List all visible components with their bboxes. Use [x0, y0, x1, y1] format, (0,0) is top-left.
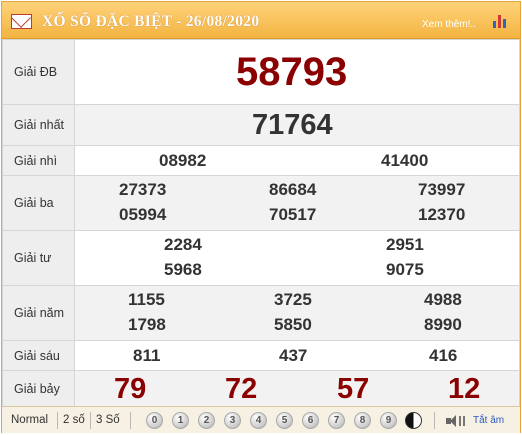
- digit-1-button[interactable]: 1: [172, 412, 189, 429]
- prize-label: Giải năm: [2, 285, 75, 341]
- mode-3-digit-button[interactable]: 3 Số: [96, 414, 120, 426]
- prize-number: 12: [448, 373, 481, 405]
- table-row-fifth: Giải năm 1155 3725 4988 1798 5850 8990: [2, 285, 520, 341]
- envelope-icon: [11, 14, 32, 29]
- prize-number: 1798: [128, 315, 166, 334]
- prize-numbers: 58793: [74, 39, 520, 105]
- prize-number: 5850: [274, 315, 312, 334]
- prize-number: 72: [225, 373, 258, 405]
- table-row-fourth: Giải tư 2284 2951 5968 9075: [2, 230, 520, 286]
- prize-number: 27373: [119, 180, 167, 199]
- yin-yang-icon[interactable]: [405, 412, 422, 429]
- prize-number: 3725: [274, 290, 312, 309]
- prize-number: 05994: [119, 205, 167, 224]
- divider: [57, 412, 58, 429]
- digit-6-button[interactable]: 6: [302, 412, 319, 429]
- prize-label: Giải bảy: [2, 370, 75, 407]
- prize-label: Giải ĐB: [2, 39, 75, 105]
- prize-number: 70517: [269, 205, 317, 224]
- prize-label: Giải nhất: [2, 104, 75, 146]
- prize-number: 12370: [418, 205, 466, 224]
- prize-number: 73997: [418, 180, 466, 199]
- prize-number: 57: [337, 373, 370, 405]
- digit-7-button[interactable]: 7: [328, 412, 345, 429]
- mode-normal-button[interactable]: Normal: [11, 414, 48, 426]
- prize-label: Giải nhì: [2, 145, 75, 176]
- table-row-seventh: Giải bảy 79 72 57 12: [2, 370, 520, 407]
- special-prize-number: 58793: [236, 50, 348, 94]
- page-title: XỔ SỐ ĐẶC BIỆT -26/08/2020: [42, 13, 259, 31]
- prize-numbers: 27373 86684 73997 05994 70517 12370: [74, 175, 520, 231]
- title-text: XỔ SỐ ĐẶC BIỆT -: [42, 13, 182, 30]
- header-bar: XỔ SỐ ĐẶC BIỆT -26/08/2020 Xem thêm!..: [2, 2, 520, 39]
- table-row-first: Giải nhất 71764: [2, 104, 520, 146]
- prize-number: 4988: [424, 290, 462, 309]
- table-row-second: Giải nhì 08982 41400: [2, 145, 520, 176]
- digit-4-button[interactable]: 4: [250, 412, 267, 429]
- digit-5-button[interactable]: 5: [276, 412, 293, 429]
- prize-numbers: 2284 2951 5968 9075: [74, 230, 520, 286]
- table-row-third: Giải ba 27373 86684 73997 05994 70517 12…: [2, 175, 520, 231]
- prize-label: Giải ba: [2, 175, 75, 231]
- prize-numbers: 811 437 416: [74, 340, 520, 371]
- footer-toolbar: Normal 2 số 3 Số 0 1 2 3 4 5 6 7 8 9 Tắt…: [2, 406, 520, 433]
- prize-number: 8990: [424, 315, 462, 334]
- prize-number: 71764: [252, 109, 333, 141]
- divider: [434, 412, 435, 429]
- table-row-sixth: Giải sáu 811 437 416: [2, 340, 520, 371]
- prize-number: 86684: [269, 180, 317, 199]
- speaker-icon[interactable]: [446, 415, 466, 427]
- mode-2-digit-button[interactable]: 2 số: [63, 414, 85, 426]
- divider: [90, 412, 91, 429]
- see-more-link[interactable]: Xem thêm!..: [422, 19, 476, 30]
- mute-sound-link[interactable]: Tắt âm: [473, 415, 504, 426]
- divider: [130, 412, 131, 429]
- digit-8-button[interactable]: 8: [354, 412, 371, 429]
- prize-number: 416: [429, 346, 458, 365]
- prize-numbers: 08982 41400: [74, 145, 520, 176]
- prize-number: 2284: [164, 235, 202, 254]
- prize-number: 5968: [164, 260, 202, 279]
- prize-number: 1155: [128, 290, 165, 309]
- prize-numbers: 79 72 57 12: [74, 370, 520, 407]
- prize-number: 811: [133, 346, 161, 365]
- prize-numbers: 71764: [74, 104, 520, 146]
- prize-label: Giải tư: [2, 230, 75, 286]
- prize-number: 2951: [386, 235, 424, 254]
- digit-2-button[interactable]: 2: [198, 412, 215, 429]
- prize-number: 08982: [159, 151, 207, 170]
- prize-number: 41400: [381, 151, 429, 170]
- prize-label: Giải sáu: [2, 340, 75, 371]
- bar-chart-icon[interactable]: [493, 14, 507, 28]
- digit-0-button[interactable]: 0: [146, 412, 163, 429]
- results-table: Giải ĐB 58793 Giải nhất 71764 Giải nhì 0…: [2, 39, 520, 407]
- prize-number: 79: [114, 373, 147, 405]
- prize-numbers: 1155 3725 4988 1798 5850 8990: [74, 285, 520, 341]
- prize-number: 9075: [386, 260, 424, 279]
- prize-number: 437: [279, 346, 308, 365]
- lottery-results-widget: XỔ SỐ ĐẶC BIỆT -26/08/2020 Xem thêm!.. G…: [1, 1, 521, 433]
- digit-9-button[interactable]: 9: [380, 412, 397, 429]
- draw-date: 26/08/2020: [185, 13, 260, 30]
- digit-3-button[interactable]: 3: [224, 412, 241, 429]
- table-row-special: Giải ĐB 58793: [2, 39, 520, 105]
